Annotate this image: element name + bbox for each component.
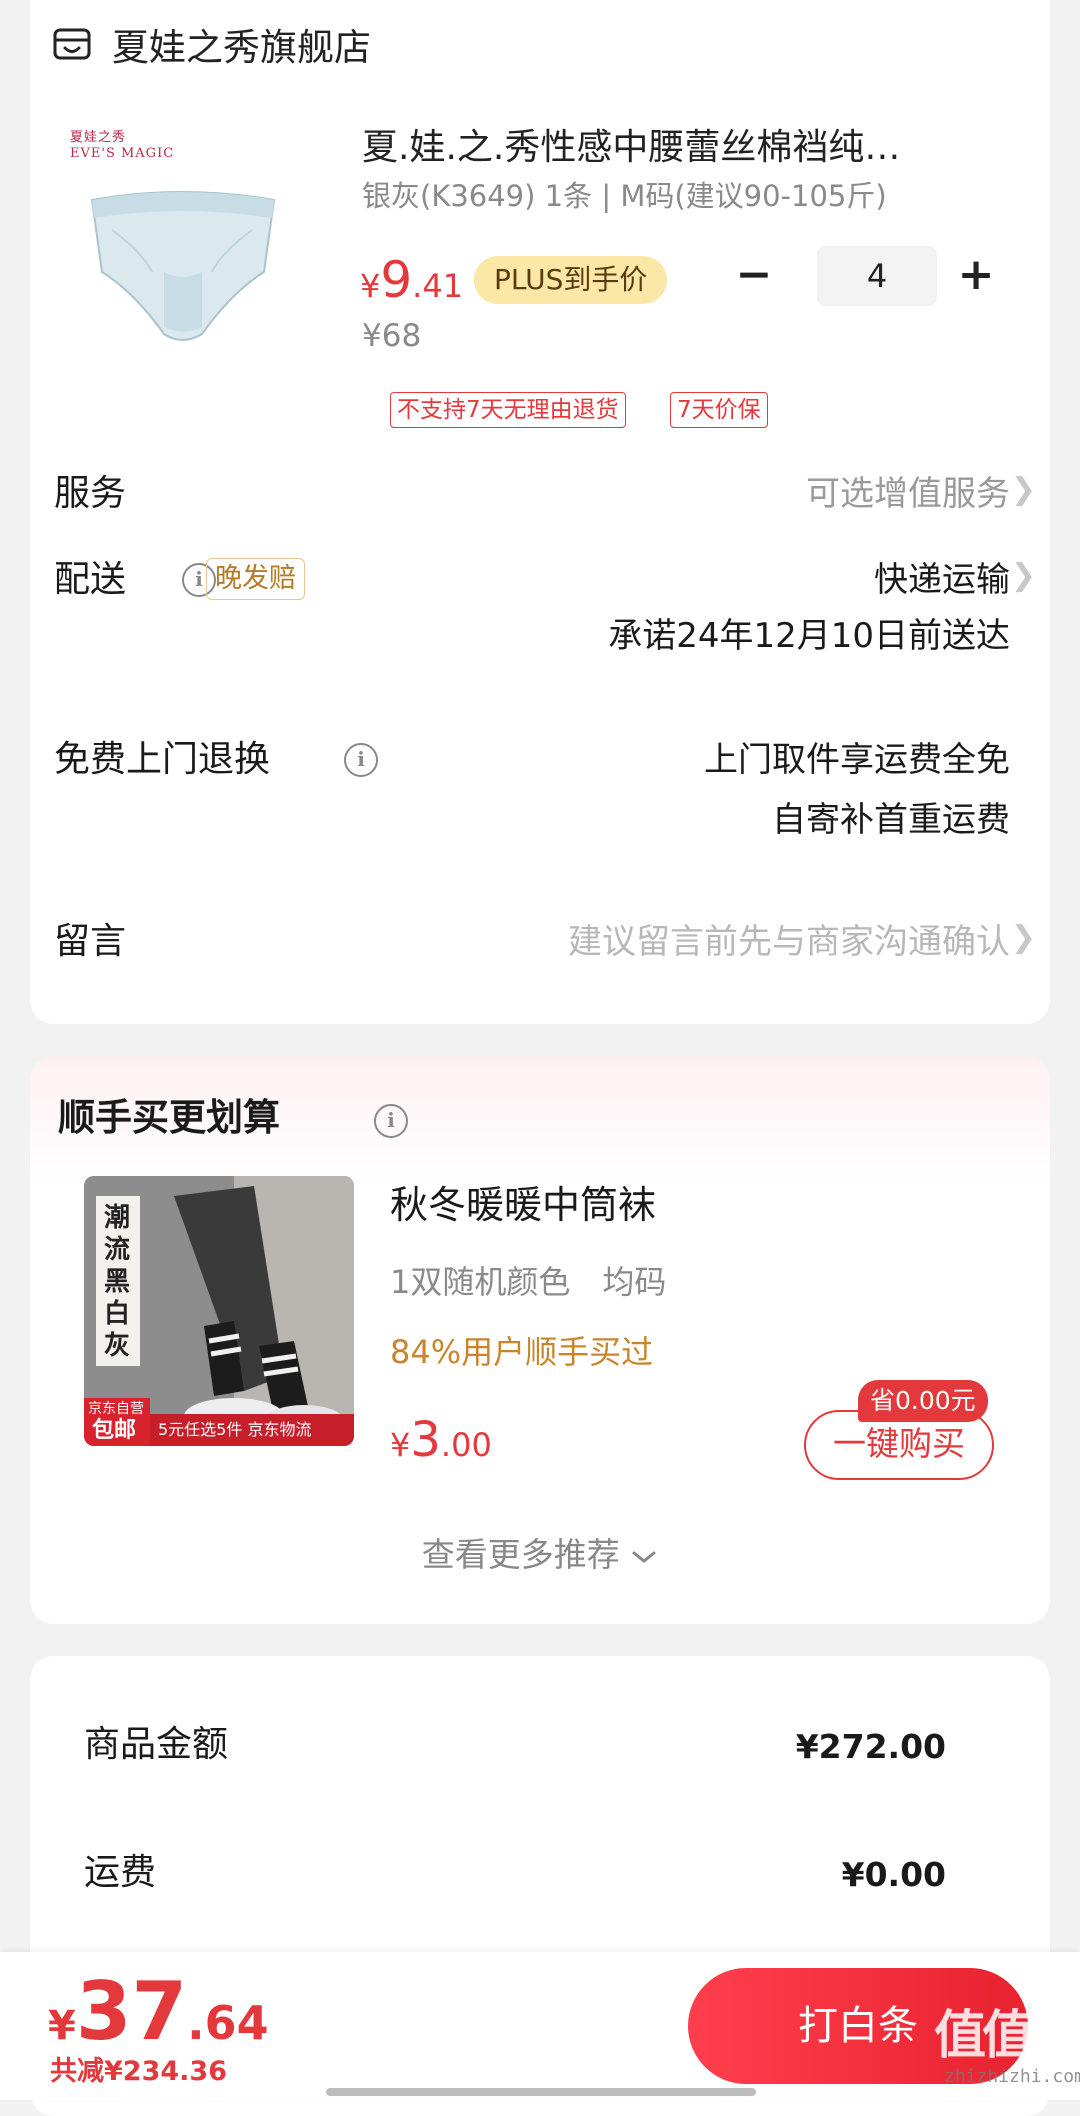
late-compensation-badge: 晚发赔: [206, 558, 305, 600]
store-name[interactable]: 夏娃之秀旗舰店: [112, 24, 371, 72]
shipping-fee-value: ¥0.00: [841, 1855, 946, 1894]
message-input[interactable]: 建议留言前先与商家沟通确认: [568, 918, 1010, 966]
chevron-down-icon: [632, 1551, 656, 1563]
watermark-logo: 值值值: [934, 2006, 1080, 2066]
service-value[interactable]: 可选增值服务: [806, 470, 1010, 518]
quantity-decrease-button[interactable]: −: [726, 246, 782, 306]
goods-amount-value: ¥272.00: [795, 1727, 946, 1766]
image-vertical-text: 潮流黑白灰: [103, 1203, 130, 1361]
product-spec[interactable]: 银灰(K3649) 1条 | M码(建议90-105斤): [362, 176, 887, 216]
message-chevron-icon[interactable]: ❯: [1011, 920, 1036, 955]
price-protect-tag: 7天价保: [670, 392, 768, 428]
return-service-label: 免费上门退换: [54, 739, 271, 780]
delivery-label: 配送: [54, 559, 127, 600]
image-promo: 5元任选5件 京东物流: [158, 1420, 312, 1439]
image-badge-top: 京东自营: [88, 1401, 144, 1417]
more-recommendations-link[interactable]: 查看更多推荐: [0, 1532, 1080, 1578]
watermark-url: zhizhizhi.com: [944, 2066, 1080, 2087]
product-image[interactable]: 夏娃之秀 EVE'S MAGIC: [52, 122, 312, 382]
delivery-chevron-icon[interactable]: ❯: [1011, 558, 1036, 593]
return-service-line2: 自寄补首重运费: [772, 800, 1010, 840]
product-title[interactable]: 夏.娃.之.秀性感中腰蕾丝棉裆纯…: [362, 124, 972, 172]
delivery-method[interactable]: 快递运输: [874, 556, 1010, 604]
store-icon: [53, 28, 91, 60]
delivery-promise: 承诺24年12月10日前送达: [608, 616, 1010, 656]
recommend-item-name[interactable]: 秋冬暖暖中筒袜: [390, 1180, 656, 1230]
home-indicator[interactable]: [326, 2088, 756, 2096]
recommend-item-image[interactable]: 潮流黑白灰 京东自营 包邮 5元任选5件 京东物流: [84, 1176, 354, 1446]
service-label: 服务: [54, 473, 127, 514]
return-info-icon[interactable]: i: [344, 743, 378, 777]
save-amount-badge: 省0.00元: [858, 1380, 988, 1422]
shipping-fee-label: 运费: [84, 1852, 157, 1893]
message-label: 留言: [54, 921, 127, 962]
recommend-info-icon[interactable]: i: [374, 1104, 408, 1138]
panties-illustration: [90, 191, 276, 341]
recommend-item-spec: 1双随机颜色 均码: [390, 1263, 667, 1301]
quantity-increase-button[interactable]: +: [948, 246, 1004, 306]
return-service-line1: 上门取件享运费全免: [704, 740, 1010, 780]
recommend-item-price: ¥3.00: [390, 1412, 492, 1468]
recommend-title: 顺手买更划算: [58, 1096, 280, 1139]
no-return-tag: 不支持7天无理由退货: [390, 392, 626, 428]
product-price: ¥9.41: [360, 251, 464, 309]
total-discount: 共减¥234.36: [50, 2056, 227, 2087]
recommend-item-social-proof: 84%用户顺手买过: [390, 1333, 654, 1371]
original-price: ¥68: [362, 318, 422, 354]
goods-amount-label: 商品金额: [84, 1724, 229, 1765]
image-badge-bottom: 包邮: [92, 1418, 137, 1443]
quantity-input[interactable]: 4: [817, 246, 937, 306]
service-chevron-icon[interactable]: ❯: [1011, 472, 1036, 507]
plus-price-badge: PLUS到手价: [474, 256, 668, 304]
